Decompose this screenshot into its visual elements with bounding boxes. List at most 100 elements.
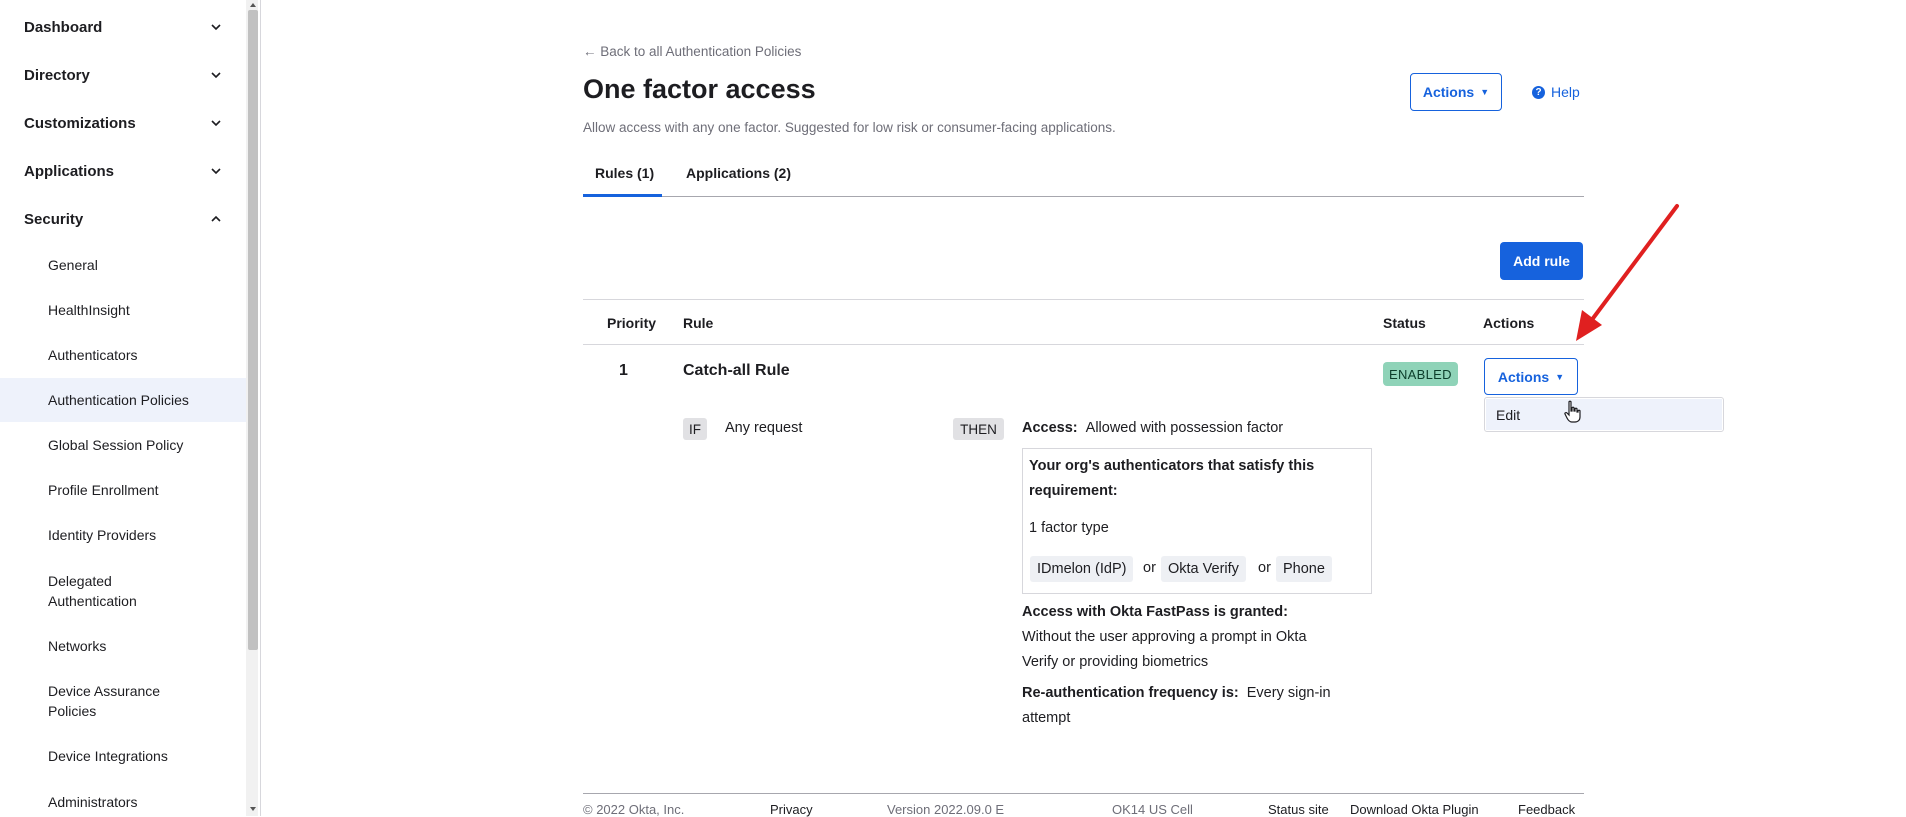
or-separator: or bbox=[1258, 560, 1271, 576]
reauth-value: Every sign-in bbox=[1246, 685, 1331, 701]
nav-section-security[interactable]: Security bbox=[24, 207, 222, 231]
help-label: Help bbox=[1551, 84, 1580, 100]
sidebar-item-label: Authenticators bbox=[48, 347, 138, 363]
authenticator-chip: IDmelon (IdP) bbox=[1030, 556, 1134, 582]
sidebar-divider bbox=[260, 0, 261, 816]
chevron-down-icon bbox=[211, 168, 221, 175]
sidebar-item-label: Device Assurance Policies bbox=[48, 683, 161, 719]
sidebar-item-administrators[interactable]: Administrators bbox=[0, 780, 246, 816]
rule-priority: 1 bbox=[619, 362, 628, 379]
column-header-actions: Actions bbox=[1483, 315, 1535, 331]
sidebar-item-label: Delegated Authentication bbox=[48, 573, 137, 609]
page-actions-button[interactable]: Actions ▼ bbox=[1410, 73, 1502, 111]
sidebar-item-device-integrations[interactable]: Device Integrations bbox=[0, 734, 246, 778]
rule-condition: Any request bbox=[725, 420, 803, 436]
sidebar-scrollbar-thumb[interactable] bbox=[248, 10, 258, 650]
page-subtitle: Allow access with any one factor. Sugges… bbox=[583, 120, 1116, 135]
sidebar-item-healthinsight[interactable]: HealthInsight bbox=[0, 288, 246, 332]
chevron-up-icon bbox=[211, 215, 221, 222]
if-badge: IF bbox=[683, 418, 707, 440]
back-link-label: ← Back to all Authentication Policies bbox=[583, 44, 802, 59]
caret-down-icon: ▼ bbox=[1555, 371, 1565, 382]
footer-feedback-link[interactable]: Feedback bbox=[1518, 802, 1575, 817]
footer-privacy-link[interactable]: Privacy bbox=[770, 802, 813, 817]
sidebar-item-label: Authentication Policies bbox=[48, 392, 189, 408]
sidebar-item-networks[interactable]: Networks bbox=[0, 624, 246, 668]
footer-copyright: © 2022 Okta, Inc. bbox=[583, 802, 685, 817]
tab-applications[interactable]: Applications (2) bbox=[686, 165, 791, 181]
page-title: One factor access bbox=[583, 74, 816, 104]
fastpass-title: Access with Okta FastPass is granted: bbox=[1022, 604, 1288, 620]
table-top-border bbox=[583, 299, 1584, 300]
sidebar-item-label: Profile Enrollment bbox=[48, 482, 159, 498]
scroll-up-icon[interactable] bbox=[248, 0, 258, 10]
sidebar-item-delegated-authentication[interactable]: Delegated Authentication bbox=[0, 563, 180, 619]
nav-section-applications[interactable]: Applications bbox=[24, 159, 222, 183]
tabs-divider bbox=[583, 196, 1584, 197]
nav-section-customizations[interactable]: Customizations bbox=[24, 111, 222, 135]
table-header-border bbox=[583, 344, 1584, 345]
auth-box-title-line2: requirement: bbox=[1029, 483, 1118, 499]
sidebar-item-authenticators[interactable]: Authenticators bbox=[0, 333, 246, 377]
footer-divider bbox=[583, 793, 1584, 794]
column-header-priority: Priority bbox=[607, 315, 657, 331]
reauth-label: Re-authentication frequency is: bbox=[1022, 685, 1239, 701]
column-header-rule: Rule bbox=[683, 315, 714, 331]
then-badge: THEN bbox=[953, 418, 1004, 440]
nav-section-label: Customizations bbox=[24, 114, 136, 132]
nav-section-label: Applications bbox=[24, 162, 115, 180]
sidebar: Dashboard Directory Customizations Appli… bbox=[0, 0, 247, 816]
reauth-value-line2: attempt bbox=[1022, 710, 1071, 726]
chevron-down-icon bbox=[211, 72, 221, 79]
sidebar-item-label: Identity Providers bbox=[48, 527, 157, 543]
reauth-line: Re-authentication frequency is: Every si… bbox=[1022, 685, 1331, 701]
annotation-arrow-icon bbox=[1576, 204, 1679, 341]
nav-section-directory[interactable]: Directory bbox=[24, 63, 222, 87]
sidebar-item-identity-providers[interactable]: Identity Providers bbox=[0, 513, 246, 557]
help-icon: ? bbox=[1532, 85, 1545, 99]
footer-cell: OK14 US Cell bbox=[1112, 802, 1193, 817]
menu-item-edit[interactable]: Edit bbox=[1486, 399, 1722, 430]
back-link[interactable]: ← Back to all Authentication Policies bbox=[583, 44, 801, 59]
factor-type: 1 factor type bbox=[1029, 520, 1109, 536]
access-value: Allowed with possession factor bbox=[1085, 420, 1284, 436]
authenticator-chip: Okta Verify bbox=[1161, 556, 1246, 582]
sidebar-item-global-session-policy[interactable]: Global Session Policy bbox=[0, 423, 246, 467]
auth-box-title-line1: Your org's authenticators that satisfy t… bbox=[1029, 458, 1315, 474]
fastpass-line1: Without the user approving a prompt in O… bbox=[1022, 629, 1307, 645]
sidebar-item-label: HealthInsight bbox=[48, 302, 130, 318]
footer-download-plugin-link[interactable]: Download Okta Plugin bbox=[1350, 802, 1479, 817]
sidebar-item-label: Networks bbox=[48, 638, 107, 654]
sidebar-item-label: Administrators bbox=[48, 794, 138, 810]
nav-section-label: Dashboard bbox=[24, 18, 103, 36]
nav-section-label: Directory bbox=[24, 66, 90, 84]
sidebar-item-authentication-policies[interactable]: Authentication Policies bbox=[0, 378, 246, 422]
sidebar-item-label: Global Session Policy bbox=[48, 437, 184, 453]
tab-rules[interactable]: Rules (1) bbox=[595, 165, 654, 181]
nav-section-dashboard[interactable]: Dashboard bbox=[24, 15, 222, 39]
hand-pointer-icon bbox=[1564, 400, 1581, 423]
sidebar-item-label: General bbox=[48, 257, 98, 273]
sidebar-item-general[interactable]: General bbox=[0, 243, 246, 287]
footer-version: Version 2022.09.0 E bbox=[887, 802, 1005, 817]
active-tab-indicator bbox=[583, 194, 662, 197]
chevron-down-icon bbox=[211, 120, 221, 127]
sidebar-item-label: Device Integrations bbox=[48, 748, 168, 764]
column-header-status: Status bbox=[1383, 315, 1426, 331]
caret-down-icon: ▼ bbox=[1480, 87, 1490, 97]
rule-actions-button[interactable]: Actions ▼ bbox=[1484, 358, 1578, 395]
sidebar-item-profile-enrollment[interactable]: Profile Enrollment bbox=[0, 468, 246, 512]
access-label: Access: bbox=[1022, 420, 1078, 436]
or-separator: or bbox=[1143, 560, 1156, 576]
status-badge: ENABLED bbox=[1383, 362, 1458, 386]
fastpass-line2: Verify or providing biometrics bbox=[1022, 654, 1209, 670]
rule-name: Catch-all Rule bbox=[683, 362, 790, 379]
scroll-down-icon[interactable] bbox=[248, 804, 258, 814]
footer-status-site-link[interactable]: Status site bbox=[1268, 802, 1329, 817]
nav-section-label: Security bbox=[24, 210, 84, 228]
access-line: Access: Allowed with possession factor bbox=[1022, 420, 1283, 436]
help-link[interactable]: ? Help bbox=[1532, 84, 1580, 100]
actions-label: Actions bbox=[1422, 84, 1475, 100]
sidebar-item-device-assurance-policies[interactable]: Device Assurance Policies bbox=[0, 673, 180, 729]
actions-label: Actions bbox=[1497, 368, 1550, 385]
